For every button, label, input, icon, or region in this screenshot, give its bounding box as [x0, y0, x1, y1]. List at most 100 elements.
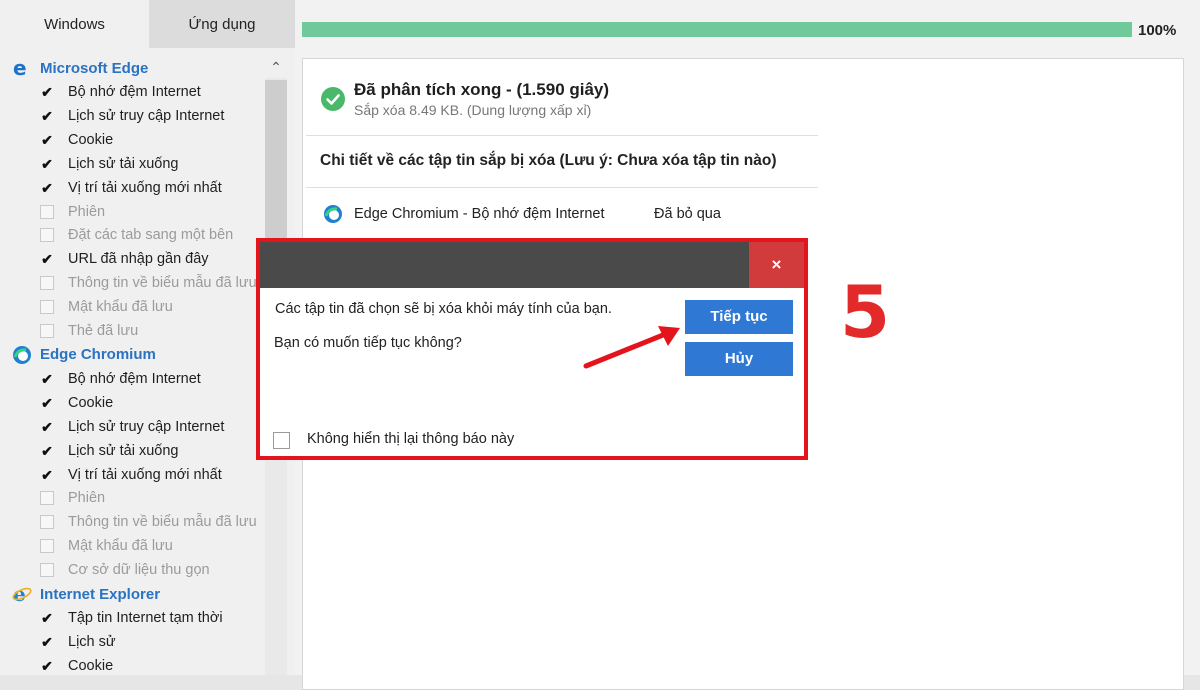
cancel-button[interactable]: Hủy — [685, 342, 793, 376]
tree-group-label: Internet Explorer — [40, 585, 161, 603]
row-name: Edge Chromium - Bộ nhớ đệm Internet — [354, 206, 605, 222]
divider — [306, 187, 818, 188]
tree-group-internet-explorer[interactable]: e Internet Explorer — [12, 582, 160, 606]
checkmark-icon[interactable]: ✔ — [40, 252, 54, 266]
confirm-dialog: × Các tập tin đã chọn sẽ bị xóa khỏi máy… — [256, 238, 808, 460]
checkmark-icon[interactable]: ✔ — [40, 611, 54, 625]
checkmark-icon[interactable]: ✔ — [40, 635, 54, 649]
checkmark-icon[interactable]: ✔ — [40, 659, 54, 673]
tree-item[interactable]: ✔ Vị trí tải xuống mới nhất — [40, 463, 222, 487]
internet-explorer-icon: e — [12, 584, 32, 604]
tree-scroll-thumb[interactable] — [265, 80, 287, 250]
checkbox-unchecked[interactable] — [40, 204, 54, 219]
dont-show-label: Không hiển thị lại thông báo này — [307, 431, 515, 447]
tree-item-label: Thông tin về biểu mẫu đã lưu — [68, 275, 257, 292]
tree-item[interactable]: Thông tin về biểu mẫu đã lưu — [40, 510, 257, 534]
table-row[interactable]: Edge Chromium - Bộ nhớ đệm Internet Đã b… — [323, 202, 721, 226]
checkbox-unchecked[interactable] — [40, 300, 54, 315]
checkmark-icon[interactable]: ✔ — [40, 468, 54, 482]
tree-item-label: Vị trí tải xuống mới nhất — [68, 179, 222, 196]
tree-item[interactable]: ✔ Bộ nhớ đệm Internet — [40, 80, 201, 104]
checkbox-unchecked[interactable] — [40, 491, 54, 506]
analysis-title: Đã phân tích xong - (1.590 giây) — [354, 80, 610, 99]
tree-group-label: Edge Chromium — [40, 346, 156, 364]
tree-item[interactable]: ✔ Cookie — [40, 128, 113, 152]
analysis-subtitle: Sắp xóa 8.49 KB. (Dung lượng xấp xỉ) — [354, 102, 592, 118]
tree-item[interactable]: Thông tin về biểu mẫu đã lưu — [40, 271, 257, 295]
checkmark-icon[interactable]: ✔ — [40, 157, 54, 171]
tree-item-label: Thông tin về biểu mẫu đã lưu — [68, 514, 257, 531]
tab-windows[interactable]: Windows — [0, 0, 149, 48]
tree-item[interactable]: ✔ Lịch sử tải xuống — [40, 152, 178, 176]
checkbox-unchecked[interactable] — [40, 515, 54, 530]
row-status: Đã bỏ qua — [654, 206, 721, 222]
tree-item-label: Mật khẩu đã lưu — [68, 299, 173, 316]
tree-item-label: Lịch sử tải xuống — [68, 442, 179, 459]
tree-item-label: Bộ nhớ đệm Internet — [68, 370, 201, 387]
tree-group-edge-chromium[interactable]: Edge Chromium — [12, 343, 156, 367]
chevron-up-icon[interactable]: ⌃ — [267, 58, 285, 76]
tree-item-label: Lịch sử truy cập Internet — [68, 107, 225, 124]
edge-legacy-icon: e — [13, 58, 27, 78]
tree-item-label: Cookie — [68, 657, 114, 674]
checkmark-icon[interactable]: ✔ — [40, 181, 54, 195]
dialog-question: Bạn có muốn tiếp tục không? — [274, 335, 462, 351]
close-button[interactable]: × — [749, 242, 804, 288]
checkmark-icon[interactable]: ✔ — [40, 444, 54, 458]
tree-item-label: Lịch sử tải xuống — [68, 155, 179, 172]
dont-show-checkbox[interactable] — [273, 432, 290, 449]
checkmark-icon[interactable]: ✔ — [40, 133, 54, 147]
tree-item-label: Tập tin Internet tạm thời — [68, 610, 223, 626]
tree-item[interactable]: ✔ Lịch sử tải xuống — [40, 439, 178, 463]
svg-text:e: e — [13, 58, 27, 78]
divider — [306, 135, 818, 136]
checkmark-icon[interactable]: ✔ — [40, 372, 54, 386]
tree-item-label: Phiên — [68, 203, 106, 220]
checkmark-icon[interactable]: ✔ — [40, 85, 54, 99]
details-header: Chi tiết về các tập tin sắp bị xóa (Lưu … — [320, 152, 777, 169]
checkmark-icon[interactable]: ✔ — [40, 396, 54, 410]
checkbox-unchecked[interactable] — [40, 563, 54, 578]
tree-item[interactable]: ✔ Bộ nhớ đệm Internet — [40, 367, 201, 391]
tab-bar: Windows Ứng dụng — [0, 0, 295, 48]
tree-item[interactable]: ✔ Tập tin Internet tạm thời — [40, 606, 223, 630]
tree-item[interactable]: ✔ Cookie — [40, 391, 113, 415]
edge-chromium-icon — [324, 205, 342, 223]
tree-group-microsoft-edge[interactable]: e Microsoft Edge — [12, 56, 148, 80]
dialog-titlebar — [260, 242, 804, 288]
tree-item[interactable]: Đặt các tab sang một bên — [40, 223, 233, 247]
tree-item-label: Thẻ đã lưu — [68, 323, 139, 339]
tree-item[interactable]: Mật khẩu đã lưu — [40, 295, 173, 319]
tree-item[interactable]: ✔ Lịch sử truy cập Internet — [40, 104, 224, 128]
tree-item[interactable]: Phiên — [40, 200, 105, 224]
tree-item[interactable]: Phiên — [40, 486, 105, 510]
tree-item[interactable]: Mật khẩu đã lưu — [40, 534, 173, 558]
tree-item-label: Cơ sở dữ liệu thu gọn — [68, 562, 210, 579]
tree-item[interactable]: ✔ Lịch sử truy cập Internet — [40, 415, 224, 439]
progress-fill — [302, 22, 1132, 37]
tree-item-label: Lịch sử truy cập Internet — [68, 418, 225, 435]
tree-item[interactable]: ✔ URL đã nhập gần đây — [40, 247, 209, 271]
tab-apps[interactable]: Ứng dụng — [149, 0, 295, 48]
tree-item-label: URL đã nhập gần đây — [68, 251, 209, 268]
tree-item[interactable]: ✔ Lịch sử — [40, 630, 115, 654]
progress-percent: 100% — [1138, 22, 1177, 39]
check-circle-icon — [321, 87, 345, 111]
checkbox-unchecked[interactable] — [40, 228, 54, 243]
tree-item[interactable]: Cơ sở dữ liệu thu gọn — [40, 558, 210, 582]
checkbox-unchecked[interactable] — [40, 539, 54, 554]
left-panel: Windows Ứng dụng ⌃ e Microsoft Edge ✔ Bộ nh… — [0, 0, 295, 675]
tree-item-label: Vị trí tải xuống mới nhất — [68, 466, 222, 483]
tree-item[interactable]: ✔ Vị trí tải xuống mới nhất — [40, 176, 222, 200]
checkbox-unchecked[interactable] — [40, 324, 54, 338]
tree-item[interactable]: ✔ Cookie — [40, 654, 113, 675]
continue-button[interactable]: Tiếp tục — [685, 300, 793, 334]
tree-item-label: Phiên — [68, 490, 106, 507]
checkmark-icon[interactable]: ✔ — [40, 420, 54, 434]
tree-item[interactable]: Thẻ đã lưu — [40, 319, 138, 343]
checkmark-icon[interactable]: ✔ — [40, 109, 54, 123]
tree-item-label: Đặt các tab sang một bên — [68, 227, 234, 244]
tree-item-label: Cookie — [68, 131, 114, 148]
tree-item-label: Bộ nhớ đệm Internet — [68, 84, 201, 100]
checkbox-unchecked[interactable] — [40, 276, 54, 291]
